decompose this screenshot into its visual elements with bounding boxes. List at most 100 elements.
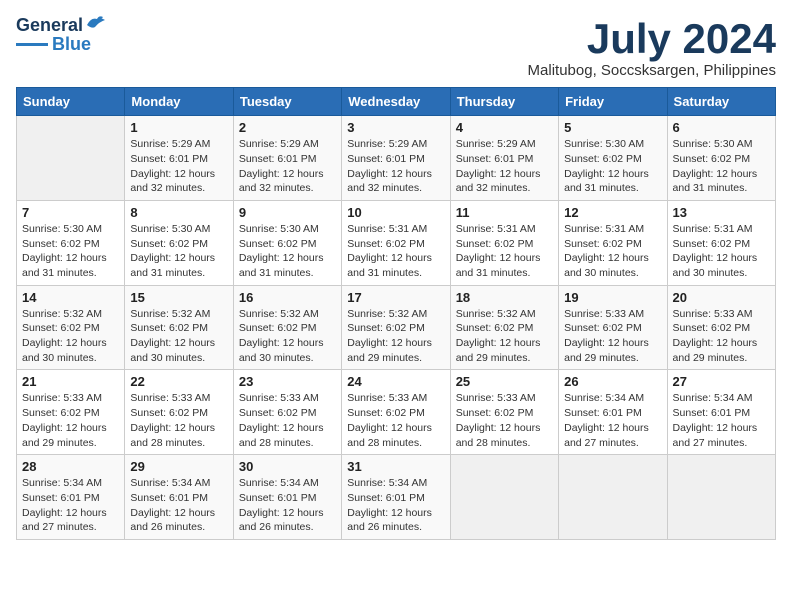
day-info: Sunrise: 5:34 AM Sunset: 6:01 PM Dayligh… (673, 391, 770, 450)
calendar-cell: 15Sunrise: 5:32 AM Sunset: 6:02 PM Dayli… (125, 285, 233, 370)
day-info: Sunrise: 5:32 AM Sunset: 6:02 PM Dayligh… (239, 307, 336, 366)
calendar-cell: 24 Sunrise: 5:33 AM Sunset: 6:02 PM Dayli… (342, 370, 450, 455)
calendar-cell: 2Sunrise: 5:29 AM Sunset: 6:01 PM Daylig… (233, 116, 341, 201)
day-info: Sunrise: 5:33 AM Sunset: 6:02 PM Dayligh… (673, 307, 770, 366)
calendar-header-row: SundayMondayTuesdayWednesdayThursdayFrid… (17, 88, 776, 116)
calendar-week-1: 1 Sunrise: 5:29 AM Sunset: 6:01 PM Daylig… (17, 116, 776, 201)
calendar-cell (450, 455, 558, 540)
day-number: 7 (22, 205, 119, 220)
header-day-sunday: Sunday (17, 88, 125, 116)
calendar-cell: 8 Sunrise: 5:30 AM Sunset: 6:02 PM Daylig… (125, 200, 233, 285)
day-number: 27 (673, 374, 770, 389)
day-number: 23 (239, 374, 336, 389)
day-info: Sunrise: 5:33 AM Sunset: 6:02 PM Dayligh… (347, 391, 444, 450)
day-number: 5 (564, 120, 661, 135)
day-info: Sunrise: 5:34 AM Sunset: 6:01 PM Dayligh… (130, 476, 227, 535)
day-info: Sunrise: 5:34 AM Sunset: 6:01 PM Dayligh… (564, 391, 661, 450)
header-day-thursday: Thursday (450, 88, 558, 116)
day-info: Sunrise: 5:33 AM Sunset: 6:02 PM Dayligh… (130, 391, 227, 450)
header-day-wednesday: Wednesday (342, 88, 450, 116)
day-number: 3 (347, 120, 444, 135)
calendar-cell: 18 Sunrise: 5:32 AM Sunset: 6:02 PM Dayli… (450, 285, 558, 370)
calendar-cell: 25 Sunrise: 5:33 AM Sunset: 6:02 PM Dayli… (450, 370, 558, 455)
day-info: Sunrise: 5:30 AM Sunset: 6:02 PM Dayligh… (239, 222, 336, 281)
calendar-cell: 11Sunrise: 5:31 AM Sunset: 6:02 PM Dayli… (450, 200, 558, 285)
day-info: Sunrise: 5:30 AM Sunset: 6:02 PM Dayligh… (564, 137, 661, 196)
day-number: 28 (22, 459, 119, 474)
day-number: 30 (239, 459, 336, 474)
calendar-cell: 28Sunrise: 5:34 AM Sunset: 6:01 PM Dayli… (17, 455, 125, 540)
day-info: Sunrise: 5:31 AM Sunset: 6:02 PM Dayligh… (347, 222, 444, 281)
day-info: Sunrise: 5:29 AM Sunset: 6:01 PM Dayligh… (130, 137, 227, 196)
day-info: Sunrise: 5:33 AM Sunset: 6:02 PM Dayligh… (239, 391, 336, 450)
day-number: 18 (456, 290, 553, 305)
day-number: 9 (239, 205, 336, 220)
day-number: 11 (456, 205, 553, 220)
header-day-friday: Friday (559, 88, 667, 116)
day-info: Sunrise: 5:32 AM Sunset: 6:02 PM Dayligh… (130, 307, 227, 366)
header-day-tuesday: Tuesday (233, 88, 341, 116)
calendar-cell: 4Sunrise: 5:29 AM Sunset: 6:01 PM Daylig… (450, 116, 558, 201)
day-number: 8 (130, 205, 227, 220)
calendar-cell: 20 Sunrise: 5:33 AM Sunset: 6:02 PM Dayli… (667, 285, 775, 370)
calendar-cell: 14 Sunrise: 5:32 AM Sunset: 6:02 PM Dayli… (17, 285, 125, 370)
day-number: 21 (22, 374, 119, 389)
calendar-cell: 3 Sunrise: 5:29 AM Sunset: 6:01 PM Daylig… (342, 116, 450, 201)
day-info: Sunrise: 5:34 AM Sunset: 6:01 PM Dayligh… (347, 476, 444, 535)
day-number: 26 (564, 374, 661, 389)
day-number: 10 (347, 205, 444, 220)
calendar-cell: 23 Sunrise: 5:33 AM Sunset: 6:02 PM Dayli… (233, 370, 341, 455)
calendar-cell: 26 Sunrise: 5:34 AM Sunset: 6:01 PM Dayli… (559, 370, 667, 455)
calendar-cell: 9 Sunrise: 5:30 AM Sunset: 6:02 PM Daylig… (233, 200, 341, 285)
day-info: Sunrise: 5:29 AM Sunset: 6:01 PM Dayligh… (347, 137, 444, 196)
day-number: 31 (347, 459, 444, 474)
page-header: General Blue July 2024 Malitubog, Soccsk… (16, 16, 776, 79)
calendar-week-3: 14 Sunrise: 5:32 AM Sunset: 6:02 PM Dayli… (17, 285, 776, 370)
calendar-cell: 30Sunrise: 5:34 AM Sunset: 6:01 PM Dayli… (233, 455, 341, 540)
calendar-cell: 10 Sunrise: 5:31 AM Sunset: 6:02 PM Dayli… (342, 200, 450, 285)
calendar-cell: 17 Sunrise: 5:32 AM Sunset: 6:02 PM Dayli… (342, 285, 450, 370)
logo: General Blue (16, 16, 107, 55)
day-number: 14 (22, 290, 119, 305)
day-number: 22 (130, 374, 227, 389)
day-number: 16 (239, 290, 336, 305)
day-number: 24 (347, 374, 444, 389)
title-area: July 2024 Malitubog, Soccsksargen, Phili… (528, 16, 776, 79)
calendar-cell (559, 455, 667, 540)
month-title: July 2024 (528, 16, 776, 62)
calendar-cell: 13Sunrise: 5:31 AM Sunset: 6:02 PM Dayli… (667, 200, 775, 285)
day-info: Sunrise: 5:32 AM Sunset: 6:02 PM Dayligh… (22, 307, 119, 366)
day-info: Sunrise: 5:33 AM Sunset: 6:02 PM Dayligh… (456, 391, 553, 450)
day-number: 19 (564, 290, 661, 305)
calendar-week-2: 7 Sunrise: 5:30 AM Sunset: 6:02 PM Daylig… (17, 200, 776, 285)
calendar-table: SundayMondayTuesdayWednesdayThursdayFrid… (16, 87, 776, 540)
header-day-monday: Monday (125, 88, 233, 116)
calendar-cell: 5 Sunrise: 5:30 AM Sunset: 6:02 PM Daylig… (559, 116, 667, 201)
calendar-cell: 31 Sunrise: 5:34 AM Sunset: 6:01 PM Dayli… (342, 455, 450, 540)
calendar-cell: 1 Sunrise: 5:29 AM Sunset: 6:01 PM Daylig… (125, 116, 233, 201)
day-info: Sunrise: 5:32 AM Sunset: 6:02 PM Dayligh… (347, 307, 444, 366)
day-info: Sunrise: 5:29 AM Sunset: 6:01 PM Dayligh… (239, 137, 336, 196)
calendar-cell: 29 Sunrise: 5:34 AM Sunset: 6:01 PM Dayli… (125, 455, 233, 540)
day-number: 25 (456, 374, 553, 389)
day-number: 13 (673, 205, 770, 220)
day-number: 12 (564, 205, 661, 220)
day-info: Sunrise: 5:32 AM Sunset: 6:02 PM Dayligh… (456, 307, 553, 366)
calendar-cell: 16 Sunrise: 5:32 AM Sunset: 6:02 PM Dayli… (233, 285, 341, 370)
day-number: 29 (130, 459, 227, 474)
calendar-cell: 21 Sunrise: 5:33 AM Sunset: 6:02 PM Dayli… (17, 370, 125, 455)
calendar-cell: 27 Sunrise: 5:34 AM Sunset: 6:01 PM Dayli… (667, 370, 775, 455)
day-info: Sunrise: 5:33 AM Sunset: 6:02 PM Dayligh… (22, 391, 119, 450)
day-info: Sunrise: 5:30 AM Sunset: 6:02 PM Dayligh… (130, 222, 227, 281)
bird-icon (85, 15, 107, 33)
day-info: Sunrise: 5:30 AM Sunset: 6:02 PM Dayligh… (673, 137, 770, 196)
day-number: 20 (673, 290, 770, 305)
day-number: 1 (130, 120, 227, 135)
logo-blue: Blue (52, 34, 91, 55)
day-info: Sunrise: 5:33 AM Sunset: 6:02 PM Dayligh… (564, 307, 661, 366)
day-number: 4 (456, 120, 553, 135)
day-number: 17 (347, 290, 444, 305)
calendar-cell: 12Sunrise: 5:31 AM Sunset: 6:02 PM Dayli… (559, 200, 667, 285)
calendar-cell: 7Sunrise: 5:30 AM Sunset: 6:02 PM Daylig… (17, 200, 125, 285)
calendar-cell (17, 116, 125, 201)
